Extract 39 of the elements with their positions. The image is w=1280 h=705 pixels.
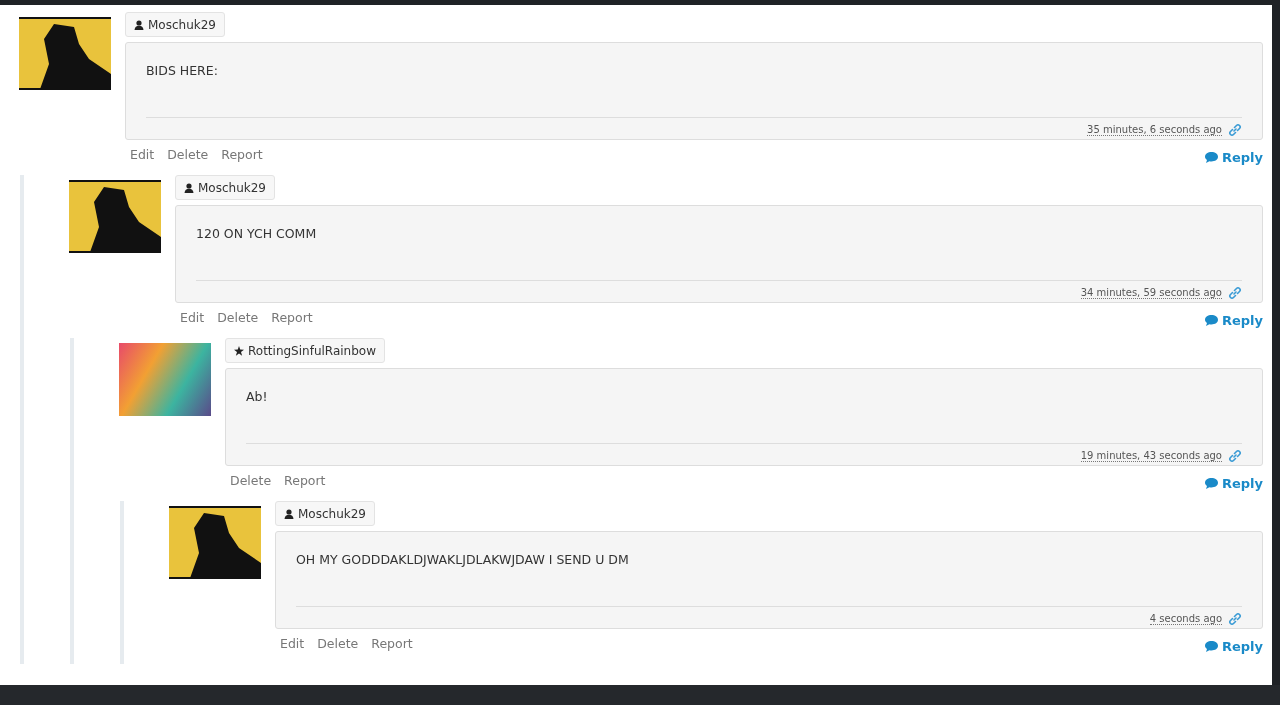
username-button[interactable]: Moschuk29 [175,175,275,200]
action-link[interactable]: Report [271,310,313,325]
action-link[interactable]: Edit [280,636,305,651]
reply-link[interactable]: Reply [1204,313,1263,328]
link-icon[interactable] [1228,286,1242,300]
timestamp: 4 seconds ago [1149,613,1222,625]
comment-text: 120 ON YCH COMM [196,226,1242,281]
comment-text: Ab! [246,389,1242,444]
username-button[interactable]: Moschuk29 [125,12,225,37]
speech-bubble-icon [1204,314,1218,327]
reply-link[interactable]: Reply [1204,476,1263,491]
action-link[interactable]: Delete [317,636,359,651]
speech-bubble-icon [1204,151,1218,164]
action-link[interactable]: Report [284,473,326,488]
speech-bubble-icon [1204,640,1218,653]
action-link[interactable]: Delete [217,310,259,325]
username-button[interactable]: RottingSinfulRainbow [225,338,385,363]
link-icon[interactable] [1228,612,1242,626]
person-icon [134,19,144,30]
link-icon[interactable] [1228,123,1242,137]
comment-text: OH MY GODDDAKLDJWAKLJDLAKWJDAW I SEND U DM [296,552,1242,607]
action-link[interactable]: Report [221,147,263,162]
action-link[interactable]: Delete [167,147,209,162]
speech-bubble-icon [1204,477,1218,490]
star-icon [234,345,244,356]
username-button[interactable]: Moschuk29 [275,501,375,526]
person-icon [184,182,194,193]
person-icon [284,508,294,519]
action-link[interactable]: Edit [130,147,155,162]
timestamp: 34 minutes, 59 seconds ago [1080,287,1222,299]
action-link[interactable]: Delete [230,473,272,488]
timestamp: 19 minutes, 43 seconds ago [1080,450,1222,462]
action-link[interactable]: Report [371,636,413,651]
reply-link[interactable]: Reply [1204,150,1263,165]
reply-link[interactable]: Reply [1204,639,1263,654]
comment-text: BIDS HERE: [146,63,1242,118]
timestamp: 35 minutes, 6 seconds ago [1087,124,1222,136]
action-link[interactable]: Edit [180,310,205,325]
link-icon[interactable] [1228,449,1242,463]
